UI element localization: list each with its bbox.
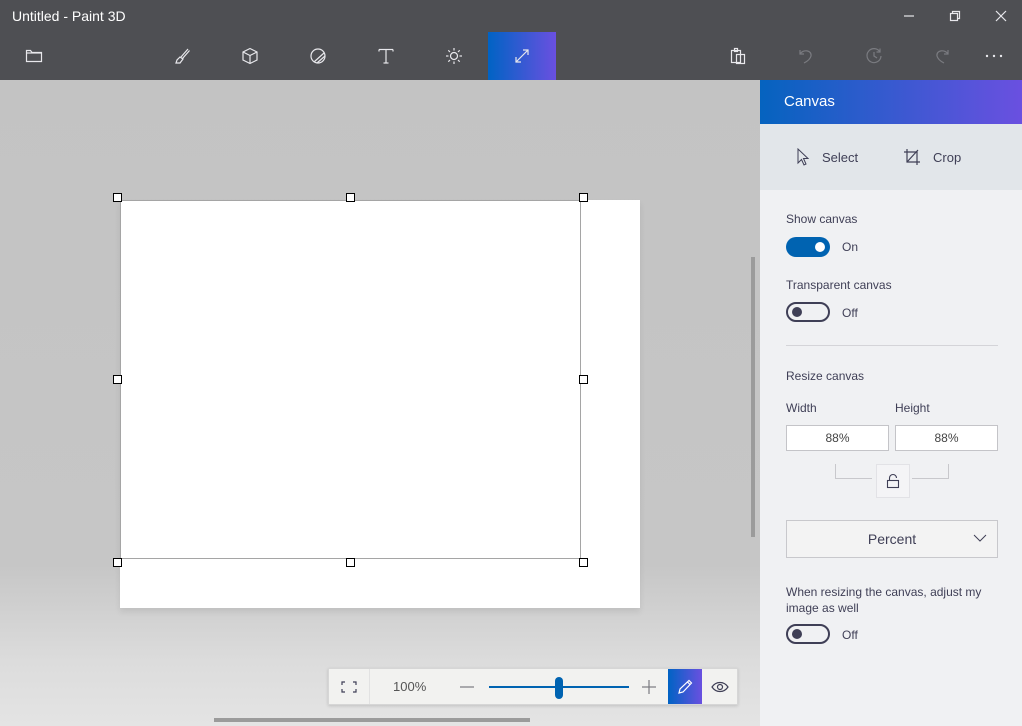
stickers-tool[interactable] bbox=[284, 32, 352, 80]
canvas-resize-frame[interactable] bbox=[120, 200, 581, 559]
adjust-image-label: When resizing the canvas, adjust my imag… bbox=[786, 585, 982, 615]
width-label: Width bbox=[786, 401, 817, 415]
horizontal-scrollbar[interactable] bbox=[214, 718, 530, 722]
transparent-canvas-toggle[interactable] bbox=[786, 302, 830, 322]
plus-icon bbox=[642, 680, 656, 694]
more-button[interactable] bbox=[966, 32, 1022, 80]
fit-screen-icon bbox=[341, 680, 357, 693]
resize-handle-bottom[interactable] bbox=[346, 558, 355, 567]
adjust-image-toggle[interactable] bbox=[786, 624, 830, 644]
select-button[interactable]: Select bbox=[796, 143, 858, 171]
height-input[interactable]: 88% bbox=[895, 425, 998, 451]
edit-mode-button[interactable] bbox=[668, 669, 702, 704]
minus-icon bbox=[460, 686, 474, 688]
panel-tools: Select Crop bbox=[760, 124, 1022, 190]
view-mode-button[interactable] bbox=[703, 669, 737, 704]
unit-selected: Percent bbox=[867, 531, 917, 547]
select-label: Select bbox=[822, 149, 859, 165]
resize-handle-bottom-left[interactable] bbox=[113, 558, 122, 567]
history-button[interactable] bbox=[840, 32, 908, 80]
close-button[interactable] bbox=[978, 0, 1022, 32]
minimize-icon bbox=[904, 15, 914, 17]
resize-handle-top-right[interactable] bbox=[579, 193, 588, 202]
3d-shapes-tool[interactable] bbox=[216, 32, 284, 80]
unlock-icon bbox=[886, 473, 900, 489]
canvas-panel: Canvas Select Crop Show canvas On Transp… bbox=[760, 80, 1022, 726]
panel-title: Canvas bbox=[784, 93, 835, 110]
chevron-down-icon bbox=[973, 534, 987, 542]
zoom-bar: 100% bbox=[328, 668, 738, 705]
more-icon bbox=[985, 54, 1003, 58]
width-input[interactable]: 88% bbox=[786, 425, 889, 451]
text-tool[interactable] bbox=[352, 32, 420, 80]
lock-link-left bbox=[835, 464, 872, 479]
workspace[interactable]: 100% bbox=[0, 80, 760, 726]
eye-icon bbox=[711, 681, 729, 692]
vertical-scrollbar[interactable] bbox=[751, 257, 755, 537]
show-canvas-toggle[interactable] bbox=[786, 237, 830, 257]
show-canvas-state: On bbox=[842, 240, 859, 254]
crop-button[interactable]: Crop bbox=[903, 143, 961, 171]
zoom-slider-thumb[interactable] bbox=[555, 677, 563, 699]
height-label: Height bbox=[895, 401, 930, 415]
undo-button[interactable] bbox=[772, 32, 840, 80]
crop-label: Crop bbox=[933, 149, 962, 165]
show-canvas-label: Show canvas bbox=[786, 212, 858, 226]
resize-canvas-heading: Resize canvas bbox=[786, 369, 865, 383]
lock-link-right bbox=[912, 464, 949, 479]
minimize-button[interactable] bbox=[886, 0, 932, 32]
effects-tool[interactable] bbox=[420, 32, 488, 80]
resize-icon bbox=[515, 49, 529, 63]
cube-icon bbox=[242, 47, 258, 65]
title-bar: Untitled - Paint 3D bbox=[0, 0, 1022, 80]
paste-button[interactable] bbox=[704, 32, 772, 80]
window-title: Untitled - Paint 3D bbox=[12, 8, 126, 24]
brush-icon bbox=[175, 48, 190, 64]
zoom-out-button[interactable] bbox=[457, 675, 477, 699]
crop-icon bbox=[904, 149, 920, 165]
history-icon bbox=[866, 48, 882, 64]
pointer-icon bbox=[797, 148, 810, 166]
lock-aspect-ratio-button[interactable] bbox=[876, 464, 910, 498]
restore-icon bbox=[949, 10, 961, 22]
unit-dropdown[interactable]: Percent bbox=[786, 520, 998, 558]
paste-icon bbox=[730, 47, 746, 65]
redo-icon bbox=[936, 50, 949, 64]
resize-handle-top-left[interactable] bbox=[113, 193, 122, 202]
folder-icon bbox=[25, 49, 43, 63]
fit-to-screen-button[interactable] bbox=[329, 669, 370, 704]
resize-handle-right[interactable] bbox=[579, 375, 588, 384]
sun-icon bbox=[446, 48, 462, 64]
zoom-level: 100% bbox=[393, 679, 427, 694]
resize-handle-top[interactable] bbox=[346, 193, 355, 202]
pencil-icon bbox=[678, 679, 693, 694]
resize-handle-bottom-right[interactable] bbox=[579, 558, 588, 567]
divider bbox=[786, 345, 998, 346]
canvas-tool[interactable] bbox=[488, 32, 556, 80]
close-icon bbox=[995, 10, 1007, 22]
zoom-in-button[interactable] bbox=[639, 675, 659, 699]
brushes-tool[interactable] bbox=[148, 32, 216, 80]
menu-button[interactable] bbox=[0, 32, 68, 80]
transparent-canvas-label: Transparent canvas bbox=[786, 278, 892, 292]
resize-handle-left[interactable] bbox=[113, 375, 122, 384]
adjust-image-state: Off bbox=[842, 628, 858, 642]
panel-header: Canvas bbox=[760, 80, 1022, 124]
sticker-icon bbox=[310, 48, 326, 64]
undo-icon bbox=[799, 50, 812, 64]
text-icon bbox=[378, 48, 394, 64]
transparent-canvas-state: Off bbox=[842, 306, 858, 320]
restore-button[interactable] bbox=[932, 0, 978, 32]
